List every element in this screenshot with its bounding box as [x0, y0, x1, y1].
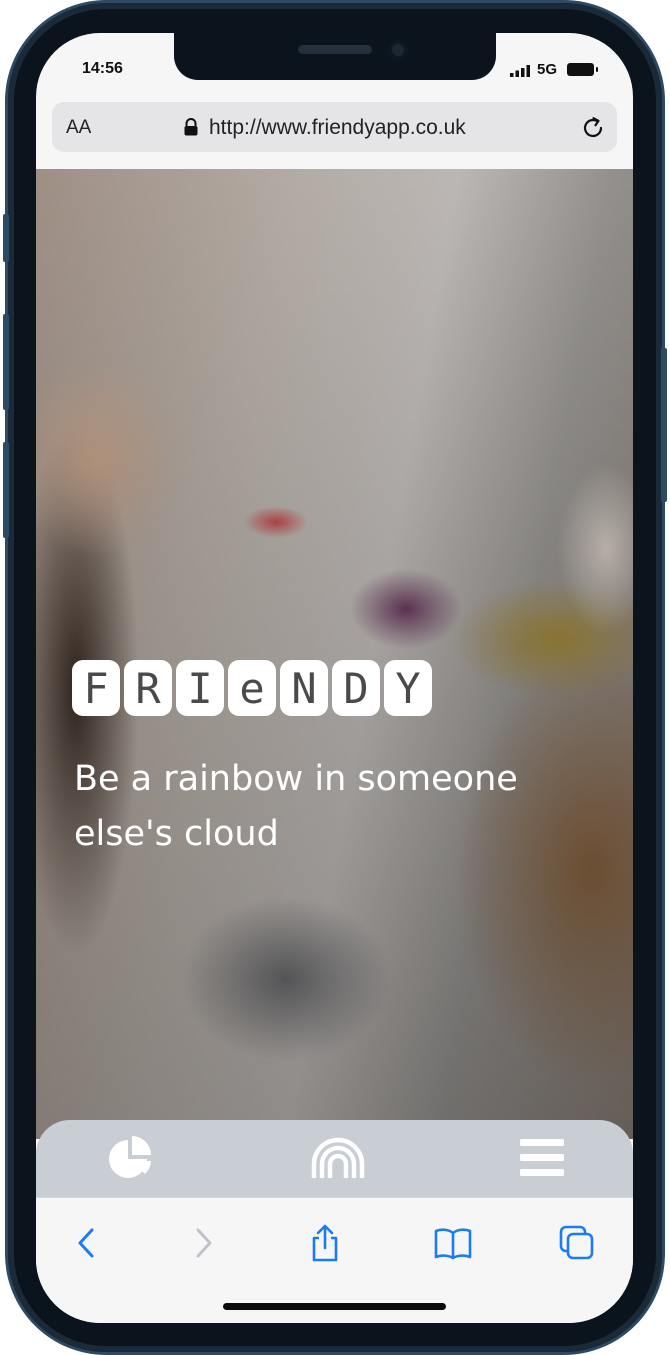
forward-icon[interactable] — [184, 1224, 222, 1262]
volume-up-button — [3, 314, 9, 410]
text-size-button[interactable]: AA — [66, 117, 91, 139]
friendy-logo: F R I e N D Y — [72, 660, 436, 716]
url-text[interactable]: http://www.friendyapp.co.uk — [209, 116, 466, 140]
hamburger-menu-icon[interactable] — [514, 1134, 570, 1182]
pie-chart-icon[interactable] — [102, 1134, 158, 1182]
lock-icon — [184, 118, 198, 136]
home-indicator[interactable] — [223, 1303, 446, 1310]
action-button — [3, 214, 9, 262]
rainbow-icon[interactable] — [310, 1134, 366, 1182]
logo-letter: F — [72, 660, 120, 716]
volume-down-button — [3, 442, 9, 538]
address-bar[interactable]: AA http://www.friendyapp.co.uk — [52, 102, 617, 152]
share-icon[interactable] — [306, 1224, 344, 1262]
speaker — [298, 45, 372, 54]
hero-overlay — [36, 169, 633, 1139]
power-button — [661, 348, 667, 502]
hero-tagline: Be a rainbow in someone else's cloud — [74, 759, 518, 854]
logo-letter: Y — [384, 660, 432, 716]
app-nav-bar — [36, 1120, 633, 1197]
logo-letter: D — [332, 660, 380, 716]
network-type: 5G — [537, 61, 558, 78]
logo-letter: N — [280, 660, 328, 716]
logo-letter: I — [176, 660, 224, 716]
back-icon[interactable] — [68, 1224, 106, 1262]
signal-icon — [510, 65, 530, 77]
bookmarks-icon[interactable] — [434, 1224, 472, 1262]
battery-icon — [567, 63, 598, 76]
notch — [174, 33, 496, 80]
logo-letter: R — [124, 660, 172, 716]
tabs-icon[interactable] — [558, 1224, 596, 1262]
phone-screen: 14:56 5G AA http://www.friendyapp.co.uk … — [36, 33, 633, 1323]
hero-image: F R I e N D Y Be a rainbow in someone el… — [36, 169, 633, 1139]
reload-icon[interactable] — [579, 114, 607, 142]
logo-letter: e — [228, 660, 276, 716]
front-camera — [388, 40, 408, 60]
clock: 14:56 — [82, 60, 123, 77]
